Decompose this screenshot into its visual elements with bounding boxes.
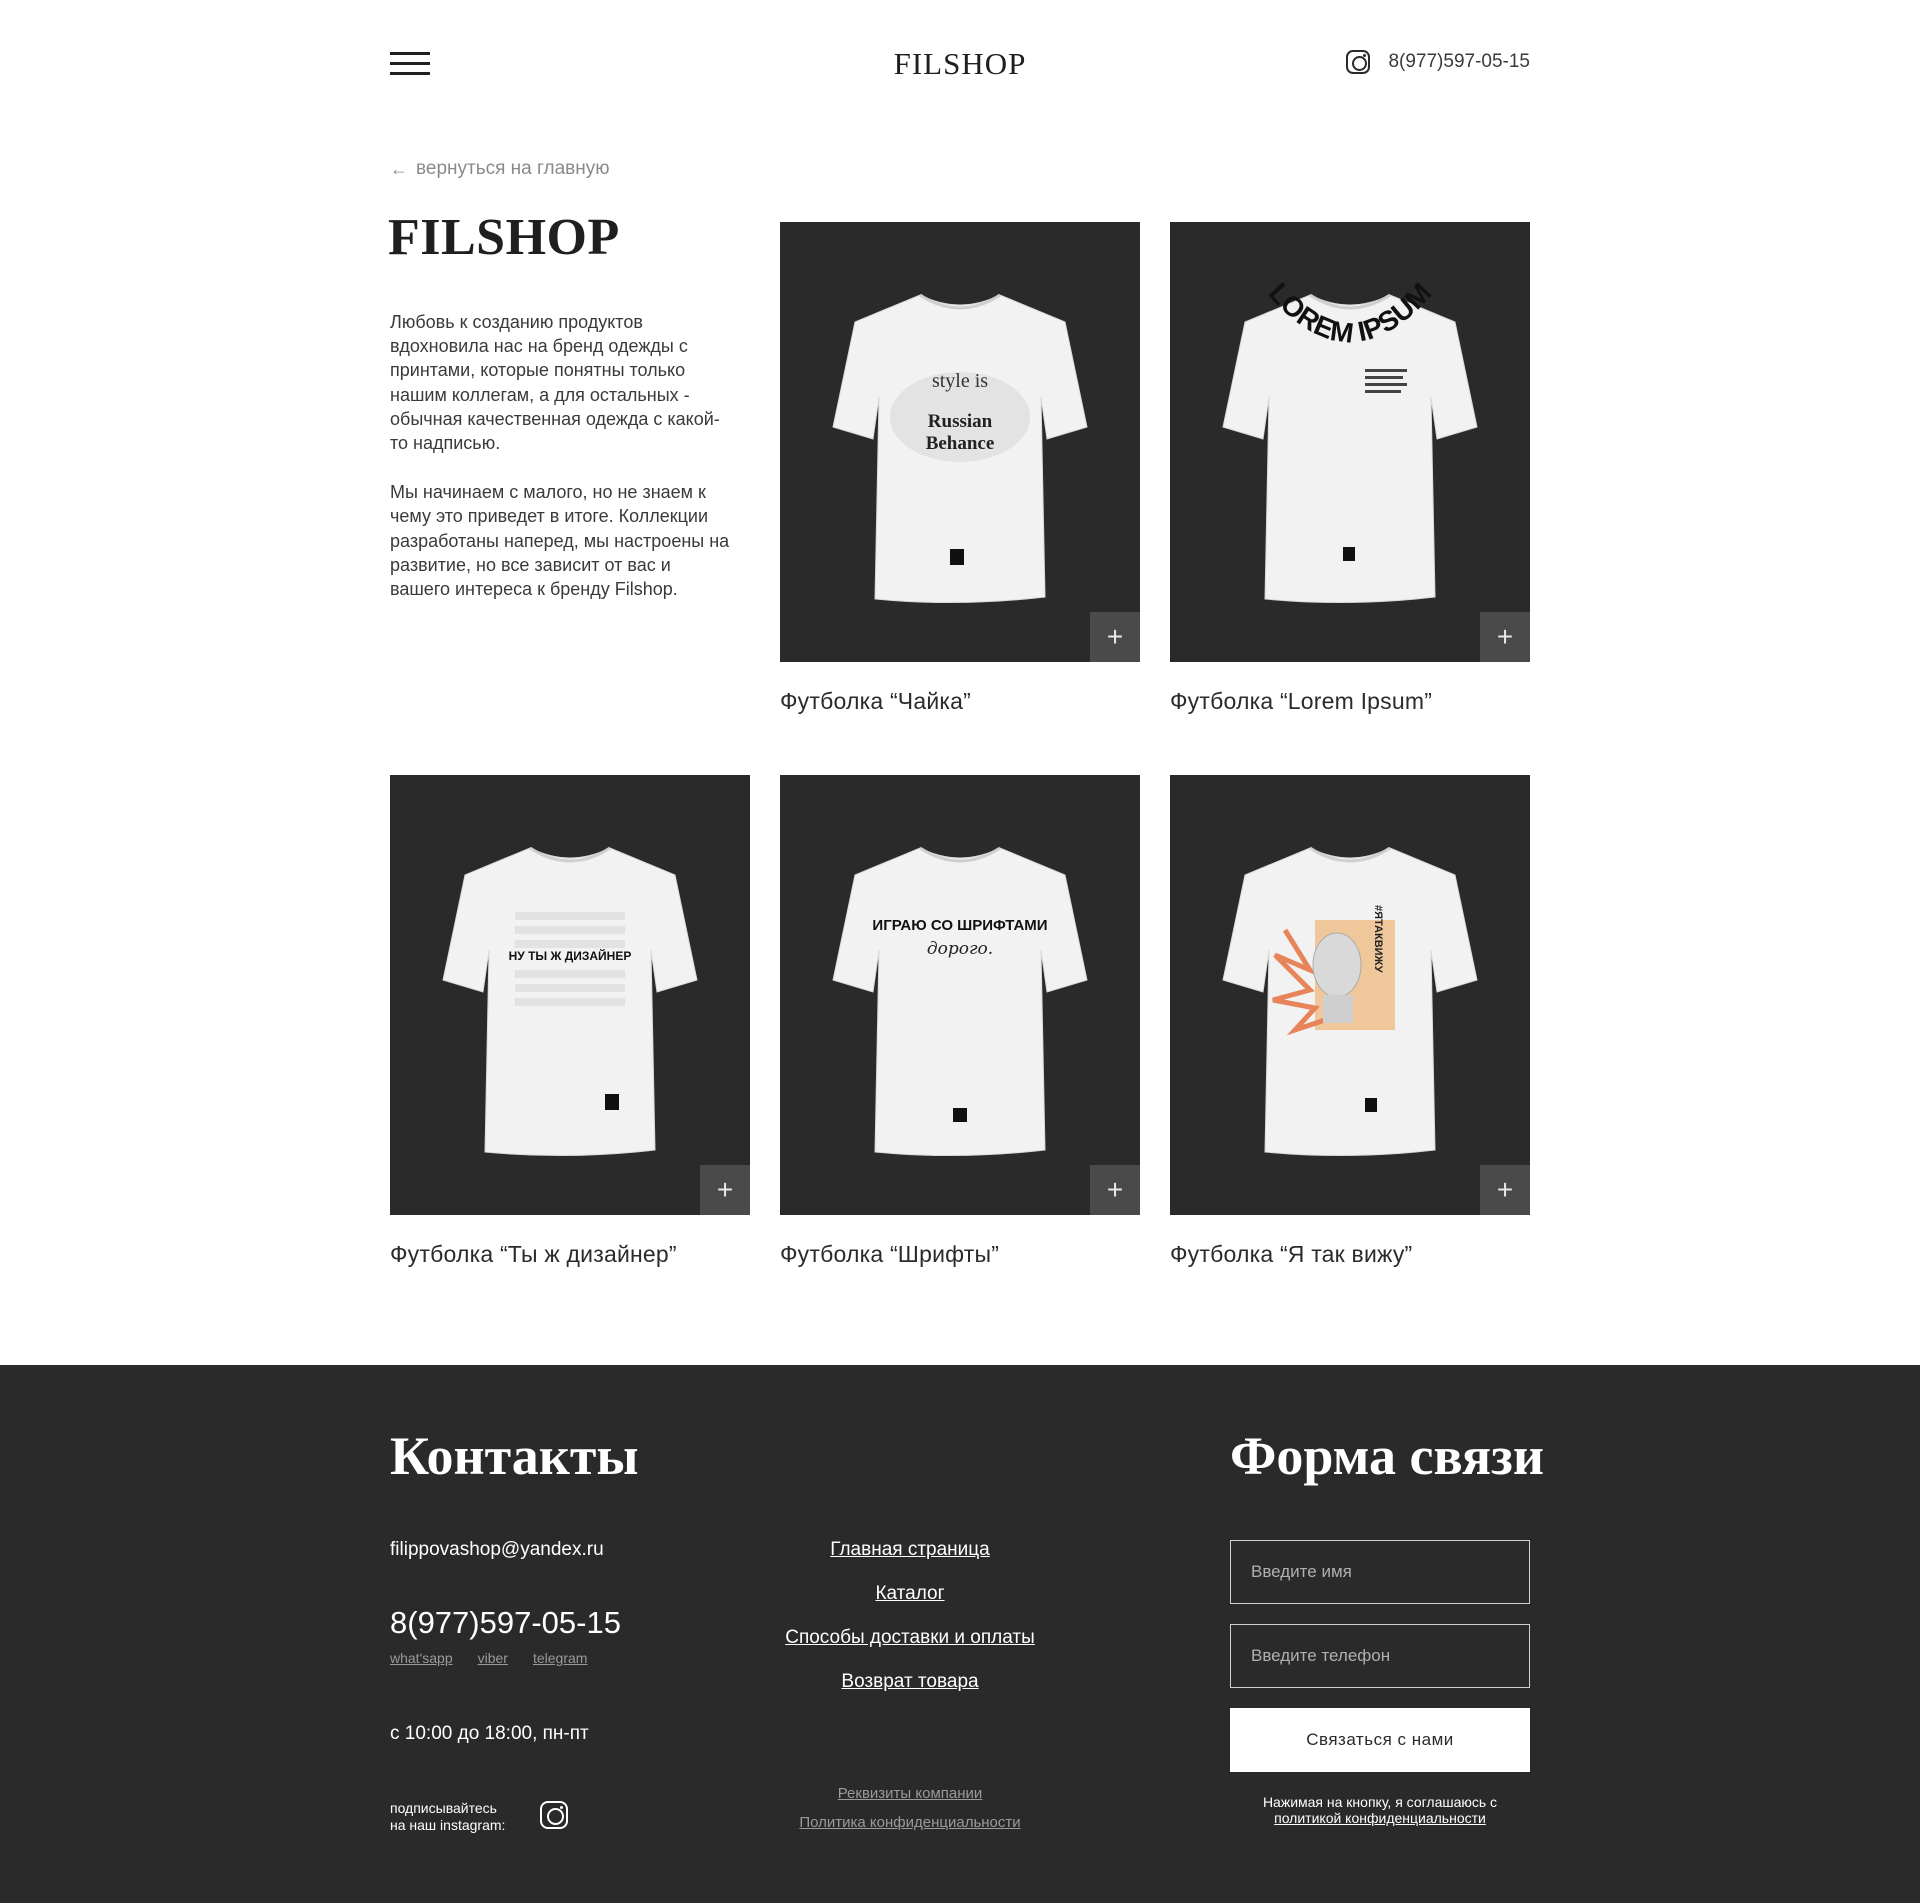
messenger-links: what'sapp viber telegram — [390, 1650, 587, 1666]
site-footer: Контакты Форма связи filippovashop@yande… — [0, 1365, 1920, 1903]
nav-link-catalog[interactable]: Каталог — [760, 1583, 1060, 1605]
intro-text: Любовь к созданию продуктов вдохновила н… — [390, 310, 730, 601]
company-details-link[interactable]: Реквизиты компании — [760, 1785, 1060, 1802]
subscribe-line: подписывайтесь — [390, 1800, 497, 1816]
viber-link[interactable]: viber — [478, 1650, 508, 1666]
whatsapp-link[interactable]: what'sapp — [390, 1650, 453, 1666]
nav-link-returns[interactable]: Возврат товара — [760, 1671, 1060, 1693]
product-card[interactable]: LOREM IPSUM + Футболка “Lorem Ipsum” — [1170, 222, 1530, 715]
telegram-link[interactable]: telegram — [533, 1650, 587, 1666]
product-name[interactable]: Футболка “Чайка” — [780, 688, 1140, 715]
print-text: НУ ТЫ Ж ДИЗАЙНЕР — [509, 948, 632, 963]
working-hours: с 10:00 до 18:00, пн-пт — [390, 1723, 589, 1744]
consent-label: Нажимая на кнопку, я соглашаюсь с — [1262, 1794, 1498, 1810]
tshirt-image: ИГРАЮ СО ШРИФТАМИ дорого. — [832, 846, 1088, 1157]
menu-icon[interactable] — [390, 52, 430, 76]
intro-paragraph: Мы начинаем с малого, но не знаем к чему… — [390, 482, 730, 600]
nav-link-home[interactable]: Главная страница — [760, 1539, 1060, 1561]
phone-input[interactable] — [1230, 1624, 1530, 1688]
product-card[interactable]: НУ ТЫ Ж ДИЗАЙНЕР + Футболка “Ты ж дизайн… — [390, 775, 750, 1268]
print-text: дорого. — [927, 939, 993, 959]
site-header: FILSHOP 8(977)597-05-15 — [390, 46, 1530, 86]
product-name[interactable]: Футболка “Шрифты” — [780, 1241, 1140, 1268]
consent-text: Нажимая на кнопку, я соглашаюсь с полити… — [1230, 1794, 1530, 1826]
product-photo[interactable]: НУ ТЫ Ж ДИЗАЙНЕР + — [390, 775, 750, 1215]
tshirt-image: LOREM IPSUM — [1222, 277, 1478, 604]
site-logo[interactable]: FILSHOP — [894, 46, 1027, 81]
back-link-label: вернуться на главную — [416, 158, 610, 179]
privacy-policy-link[interactable]: Политика конфиденциальности — [760, 1814, 1060, 1831]
legal-links: Реквизиты компании Политика конфиденциал… — [760, 1785, 1060, 1843]
footer-email[interactable]: filippovashop@yandex.ru — [390, 1539, 604, 1561]
add-to-cart-button[interactable]: + — [1480, 1165, 1530, 1215]
print-text: style is — [932, 370, 988, 392]
form-title: Форма связи — [1230, 1426, 1544, 1486]
tshirt-image: НУ ТЫ Ж ДИЗАЙНЕР — [442, 846, 698, 1157]
print-text: Behance — [926, 433, 995, 454]
product-name[interactable]: Футболка “Lorem Ipsum” — [1170, 688, 1530, 715]
print-text: ИГРАЮ СО ШРИФТАМИ — [872, 917, 1047, 934]
instagram-icon[interactable] — [540, 1801, 568, 1829]
back-link[interactable]: ← вернуться на главную — [390, 158, 610, 180]
add-to-cart-button[interactable]: + — [1480, 612, 1530, 662]
header-phone[interactable]: 8(977)597-05-15 — [1388, 51, 1530, 73]
contact-form: Связаться с нами Нажимая на кнопку, я со… — [1230, 1540, 1530, 1826]
product-card[interactable]: #ЯТАКВИЖУ + Футболка “Я так вижу” — [1170, 775, 1530, 1268]
product-photo[interactable]: style is Russian Behance + — [780, 222, 1140, 662]
tshirt-image: #ЯТАКВИЖУ — [1222, 846, 1478, 1157]
print-text: Russian — [928, 411, 993, 432]
product-card[interactable]: style is Russian Behance + Футболка “Чай… — [780, 222, 1140, 715]
add-to-cart-button[interactable]: + — [700, 1165, 750, 1215]
submit-button[interactable]: Связаться с нами — [1230, 1708, 1530, 1772]
header-contact: 8(977)597-05-15 — [1346, 50, 1530, 74]
product-photo[interactable]: ИГРАЮ СО ШРИФТАМИ дорого. + — [780, 775, 1140, 1215]
instagram-icon[interactable] — [1346, 50, 1371, 74]
consent-privacy-link[interactable]: политикой конфиденциальности — [1274, 1810, 1486, 1826]
intro-paragraph: Любовь к созданию продуктов вдохновила н… — [390, 312, 720, 454]
product-name[interactable]: Футболка “Я так вижу” — [1170, 1241, 1530, 1268]
add-to-cart-button[interactable]: + — [1090, 612, 1140, 662]
product-name[interactable]: Футболка “Ты ж дизайнер” — [390, 1241, 750, 1268]
contacts-title: Контакты — [390, 1426, 639, 1486]
name-input[interactable] — [1230, 1540, 1530, 1604]
subscribe-line: на наш instagram: — [390, 1817, 506, 1833]
print-text: #ЯТАКВИЖУ — [1372, 905, 1384, 973]
nav-link-delivery[interactable]: Способы доставки и оплаты — [760, 1627, 1060, 1649]
footer-nav: Главная страница Каталог Способы доставк… — [760, 1539, 1060, 1715]
product-photo[interactable]: #ЯТАКВИЖУ + — [1170, 775, 1530, 1215]
add-to-cart-button[interactable]: + — [1090, 1165, 1140, 1215]
tshirt-image: style is Russian Behance — [832, 293, 1088, 604]
product-photo[interactable]: LOREM IPSUM + — [1170, 222, 1530, 662]
subscribe-text: подписывайтесь на наш instagram: — [390, 1800, 530, 1834]
page-title: FILSHOP — [388, 209, 620, 266]
arrow-left-icon: ← — [390, 158, 408, 179]
footer-phone[interactable]: 8(977)597-05-15 — [390, 1605, 621, 1641]
product-card[interactable]: ИГРАЮ СО ШРИФТАМИ дорого. + Футболка “Шр… — [780, 775, 1140, 1268]
